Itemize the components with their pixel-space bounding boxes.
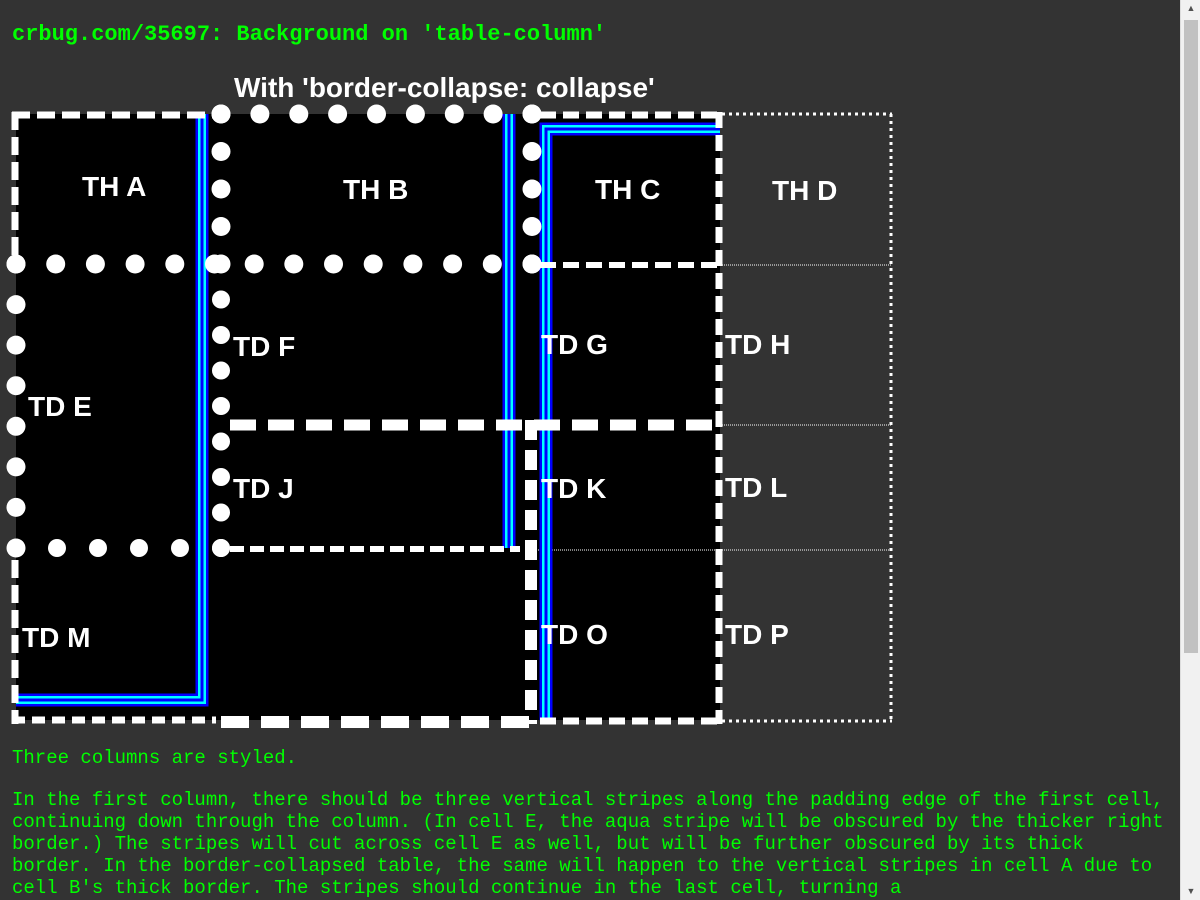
border-dot [6,295,26,315]
border-dot [212,255,230,273]
border-dot [284,254,304,274]
cell-td-h: TD H [725,329,791,360]
border-dot [367,104,386,124]
border-dot [85,254,105,274]
scroll-thumb[interactable] [1184,20,1198,653]
cell-th-c: TH C [595,174,661,205]
vertical-scrollbar[interactable]: ▲ ▼ [1180,0,1200,900]
border-dot [212,539,230,557]
border-dot [6,335,26,355]
cell-td-g: TD G [541,329,608,360]
description-details: In the first column, there should be thr… [12,789,1175,899]
triangle-down-icon[interactable]: ▼ [1181,883,1200,900]
cell-td-o: TD O [541,619,608,650]
border-dot [89,539,107,557]
border-dot [324,254,343,274]
description-summary: Three columns are styled. [12,747,298,769]
border-dot [522,254,542,274]
border-dot [212,361,230,380]
border-dot [212,432,230,451]
border-dot [405,104,425,124]
border-dot [522,217,542,236]
border-dot [403,254,423,274]
border-dot [6,457,26,477]
border-dot [48,539,66,557]
border-dot [212,468,230,486]
border-dot [522,179,542,199]
cell-th-d: TH D [772,175,838,206]
border-dot [6,254,26,274]
cell-td-e: TD E [28,391,92,422]
border-dot [211,217,231,236]
border-dot [483,104,503,124]
cell-td-m: TD M [22,622,91,653]
border-dot [211,104,231,124]
border-dot [443,254,463,274]
cell-td-f: TD F [233,331,296,362]
border-dot [522,142,542,161]
cell-td-k: TD K [541,473,607,504]
border-dot [482,254,502,274]
cell-th-b: TH B [343,174,409,205]
border-dot [165,254,185,274]
border-dot [212,326,230,344]
border-dot [444,104,464,124]
border-dot [7,539,25,557]
border-dot [211,142,231,161]
border-dot [6,416,26,436]
cell-td-p: TD P [725,619,789,650]
border-dot [6,497,26,517]
border-dot [363,254,383,274]
border-dot [250,104,270,124]
border-dot [130,539,148,557]
border-dot [212,503,230,522]
cell-td-l: TD L [725,472,788,503]
border-dot [171,539,189,557]
border-dot [46,254,66,274]
border-dot [289,104,309,124]
cell-th-a: TH A [82,171,147,202]
triangle-up-icon[interactable]: ▲ [1181,0,1200,17]
border-dot [212,397,230,415]
border-dot [6,376,26,396]
border-dot [125,254,145,274]
border-dot [244,254,264,274]
cell-td-j: TD J [233,473,294,504]
border-dot [212,290,230,309]
border-dot [522,104,542,124]
border-dot [211,179,231,199]
border-dot [328,104,348,124]
